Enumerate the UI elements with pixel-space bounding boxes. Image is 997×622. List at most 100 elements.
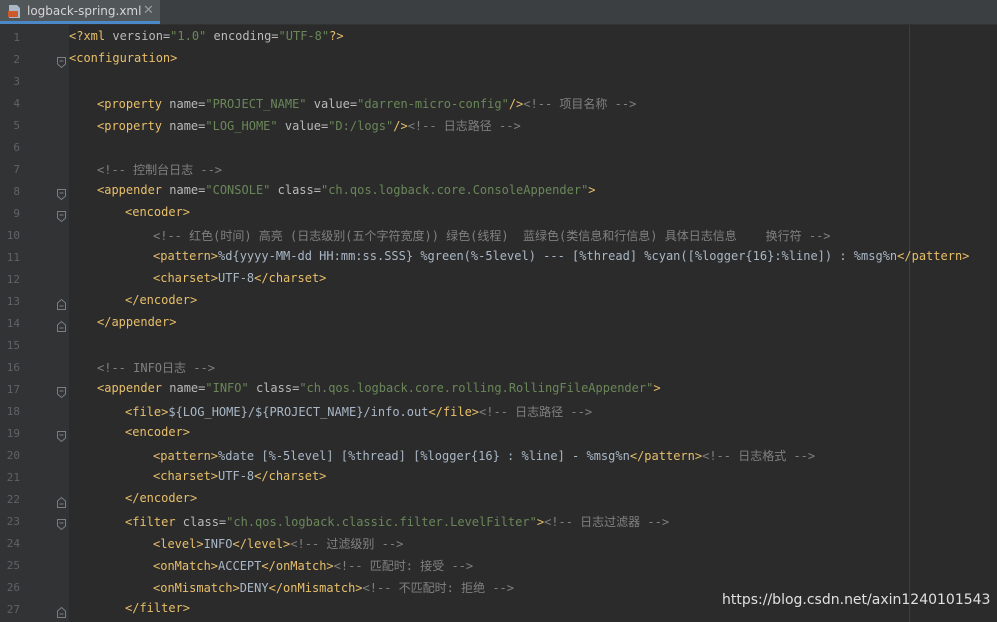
fold-close-icon[interactable] [57, 603, 66, 618]
code-token: </onMatch> [261, 559, 334, 573]
code-line[interactable]: 17 <appender name="INFO" class="ch.qos.lo… [0, 378, 997, 400]
line-number: 8 [13, 185, 20, 198]
code-token: </onMismatch> [268, 581, 363, 595]
fold-open-icon[interactable] [57, 383, 66, 399]
code-token: UTF-8 [218, 469, 255, 483]
code-token: <!-- 日志格式 --> [702, 449, 816, 463]
code-line[interactable]: 15 [0, 334, 997, 356]
code-text: </filter> [125, 601, 190, 615]
tab-logback-spring-xml[interactable]: logback-spring.xml ✕ [0, 0, 160, 24]
code-token: <!-- INFO日志 --> [97, 361, 215, 375]
line-number: 13 [6, 295, 20, 308]
code-token: "D:/logs" [328, 119, 394, 133]
code-token: name= [169, 97, 206, 111]
line-number: 18 [6, 405, 20, 418]
code-token: > [588, 183, 596, 197]
code-token: </file> [428, 405, 480, 419]
code-token: </pattern> [897, 249, 970, 263]
code-token: <!-- 匹配时: 接受 --> [333, 559, 474, 573]
code-line[interactable]: 19 <encoder> [0, 422, 997, 444]
code-line[interactable]: 1 <?xml version="1.0" encoding="UTF-8"?> [0, 26, 997, 48]
fold-open-icon[interactable] [57, 515, 66, 531]
code-line[interactable]: 21 <charset>UTF-8</charset> [0, 466, 997, 488]
code-line[interactable]: 24 <level>INFO</level><!-- 过滤级别 --> [0, 532, 997, 554]
line-number: 24 [6, 537, 20, 550]
code-line[interactable]: 16 <!-- INFO日志 --> [0, 356, 997, 378]
editor-tab-bar: logback-spring.xml ✕ [0, 0, 997, 25]
code-line[interactable]: 18 <file>${LOG_HOME}/${PROJECT_NAME}/info… [0, 400, 997, 422]
fold-open-icon[interactable] [57, 185, 66, 201]
code-text: <appender name="CONSOLE" class="ch.qos.l… [97, 183, 596, 197]
code-token: > [653, 381, 661, 395]
fold-close-icon[interactable] [57, 317, 66, 332]
code-token: ?> [329, 29, 344, 43]
code-line[interactable]: 3 [0, 70, 997, 92]
code-token: "UTF-8" [278, 29, 330, 43]
code-line[interactable]: 10 <!-- 红色(时间) 高亮 (日志级别(五个字符宽度)) 绿色(线程) 蓝… [0, 224, 997, 246]
code-token: "1.0" [170, 29, 207, 43]
code-token: value= [306, 97, 358, 111]
line-number: 15 [6, 339, 20, 352]
line-number: 3 [13, 75, 20, 88]
code-line[interactable]: 2 <configuration> [0, 48, 997, 70]
code-token: <property [97, 97, 170, 111]
code-token: <!-- 控制台日志 --> [97, 163, 223, 177]
line-number: 25 [6, 559, 20, 572]
line-number: 12 [6, 273, 20, 286]
code-text: <charset>UTF-8</charset> [153, 469, 326, 483]
code-token: <!-- 不匹配时: 拒绝 --> [362, 581, 515, 595]
code-line[interactable]: 12 <charset>UTF-8</charset> [0, 268, 997, 290]
code-line[interactable]: 22 </encoder> [0, 488, 997, 510]
code-token: ACCEPT [218, 559, 262, 573]
code-token: "ch.qos.logback.classic.filter.LevelFilt… [226, 515, 537, 529]
code-token: "darren-micro-config" [357, 97, 509, 111]
code-line[interactable]: 14 </appender> [0, 312, 997, 334]
code-line[interactable]: 5 <property name="LOG_HOME" value="D:/log… [0, 114, 997, 136]
line-number: 2 [13, 53, 20, 66]
code-text: <level>INFO</level><!-- 过滤级别 --> [153, 535, 403, 552]
code-token: <onMismatch> [153, 581, 240, 595]
line-number: 22 [6, 493, 20, 506]
code-line[interactable]: 11 <pattern>%d{yyyy-MM-dd HH:mm:ss.SSS} %… [0, 246, 997, 268]
code-token: <appender [97, 183, 170, 197]
line-number: 4 [13, 97, 20, 110]
fold-open-icon[interactable] [57, 207, 66, 223]
fold-open-icon[interactable] [57, 427, 66, 443]
code-line[interactable]: 6 [0, 136, 997, 158]
line-number: 26 [6, 581, 20, 594]
code-token: "CONSOLE" [205, 183, 271, 197]
code-token: <!-- 日志过滤器 --> [544, 515, 670, 529]
code-line[interactable]: 9 <encoder> [0, 202, 997, 224]
code-line[interactable]: 25 <onMatch>ACCEPT</onMatch><!-- 匹配时: 接受 … [0, 554, 997, 576]
code-token: <?xml [69, 29, 113, 43]
code-text: <property name="LOG_HOME" value="D:/logs… [97, 117, 521, 134]
code-token: %d{yyyy-MM-dd HH:mm:ss.SSS} %green(%-5le… [218, 249, 898, 263]
code-text: <pattern>%date [%-5level] [%thread] [%lo… [153, 447, 815, 464]
code-token: <file> [125, 405, 169, 419]
code-token: </encoder> [125, 293, 198, 307]
fold-close-icon[interactable] [57, 295, 66, 310]
fold-open-icon[interactable] [57, 53, 66, 69]
code-token: <!-- 过滤级别 --> [290, 537, 404, 551]
code-token: <encoder> [125, 205, 191, 219]
watermark-text: https://blog.csdn.net/axin1240101543 [722, 592, 991, 608]
code-token: </level> [232, 537, 291, 551]
code-token: name= [169, 119, 206, 133]
code-token: </filter> [125, 601, 191, 615]
code-line[interactable]: 20 <pattern>%date [%-5level] [%thread] [%… [0, 444, 997, 466]
close-icon[interactable]: ✕ [143, 3, 154, 18]
line-number: 23 [6, 515, 20, 528]
code-line[interactable]: 4 <property name="PROJECT_NAME" value="da… [0, 92, 997, 114]
code-text: <!-- INFO日志 --> [97, 359, 215, 376]
code-line[interactable]: 23 <filter class="ch.qos.logback.classic.… [0, 510, 997, 532]
code-line[interactable]: 8 <appender name="CONSOLE" class="ch.qos.… [0, 180, 997, 202]
line-number: 9 [13, 207, 20, 220]
code-token: </charset> [254, 469, 327, 483]
code-line[interactable]: 13 </encoder> [0, 290, 997, 312]
code-text: <filter class="ch.qos.logback.classic.fi… [125, 513, 669, 530]
fold-close-icon[interactable] [57, 493, 66, 508]
code-token: DENY [239, 581, 269, 595]
code-text: <charset>UTF-8</charset> [153, 271, 326, 285]
code-token: <!-- 红色(时间) 高亮 (日志级别(五个字符宽度)) 绿色(线程) 蓝绿色… [153, 229, 831, 243]
code-line[interactable]: 7 <!-- 控制台日志 --> [0, 158, 997, 180]
